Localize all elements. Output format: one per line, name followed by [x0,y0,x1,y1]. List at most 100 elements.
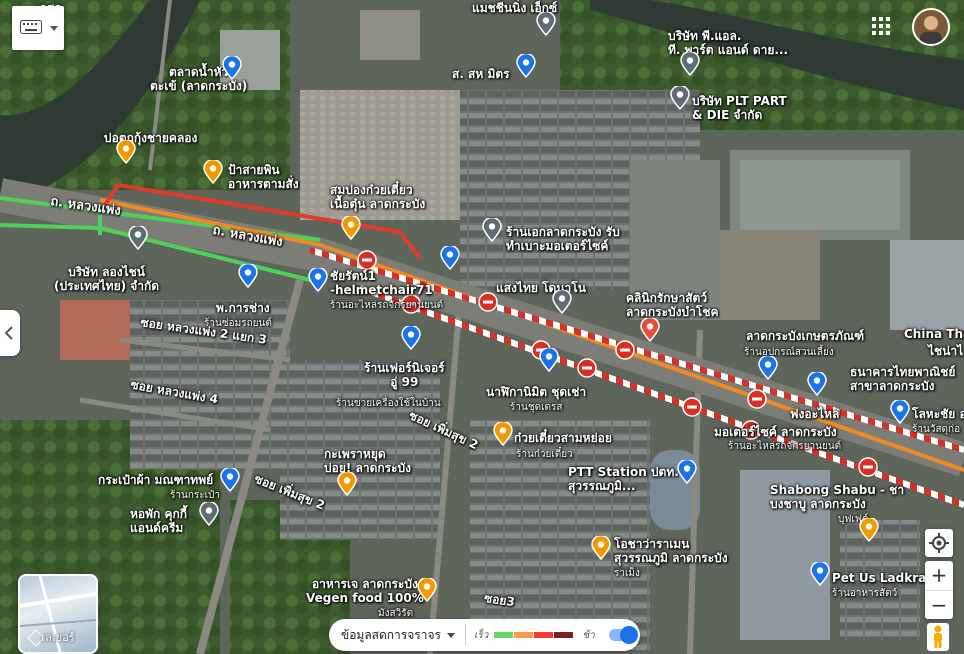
road-closed-icon[interactable] [577,358,597,378]
map-label: PTT Station ปตท. สุวรรณภูมิ... [568,465,679,493]
map-label-sub: ร้านขายเครื่องใช้ในบ้าน [336,398,441,409]
map-label-sub: ร้านวัสดุก่อ [912,424,961,435]
map-label: โลหะชัย อ [912,407,964,421]
chevron-down-icon[interactable] [50,26,58,31]
map-label: อาหารเจ ลาดกระบัง Vegen food 100% [306,577,424,605]
map-label: บริษัท PLT PART & DIE จำกัด [692,94,787,122]
map-label-sub: ร้านชุดเดรส [510,402,563,413]
traffic-dropdown-label[interactable]: ข้อมูลสดการจราจร [341,626,441,645]
apps-grid-icon[interactable] [872,17,890,35]
traffic-fast-label: เร็ว [473,629,489,641]
map-label: หอพัก คุกกี้ แอนด์ครีม [130,507,188,535]
map-pin-icon[interactable] [197,500,221,527]
traffic-color-swatch [554,632,574,638]
map-pin-icon[interactable] [805,370,829,397]
map-pin-icon[interactable] [514,52,538,79]
map-pin-icon[interactable] [888,398,912,425]
traffic-color-scale [494,632,574,638]
map-pin-icon[interactable] [756,354,780,381]
zoom-out-button[interactable]: − [925,591,953,620]
map-label: บริษัท ลองไชน์ (ประเทศไทย) จำกัด [54,265,160,293]
map-label: ส. สห มิตร [452,67,510,81]
map-label-sub: ร้านอะไหล่รถจักรยานยนต์ [330,300,444,311]
map-pin-icon[interactable] [306,266,330,293]
traffic-color-swatch [494,632,514,638]
map-label: ร้านเอกลาดกระบัง รับ ทำเบาะมอเตอร์ไซค์ [506,225,620,253]
map-label: สมปองก๋วยเตี๋ยว เนื้อตุ๋น ลาดกระบัง [330,183,426,211]
map-pin-icon[interactable] [399,324,423,351]
zoom-control: + − [925,561,953,619]
map-label: Shabong Shabu - ชา บงชาบู ลาดกระบัง [770,483,905,511]
map-label: มอเตอร์ไซค์ ลาดกระบัง [714,425,837,439]
layers-label: เลเยอร์ [41,631,75,644]
road-closed-icon[interactable] [682,397,702,417]
map-label-sub: ร้านอาหารสัตว์ [832,588,898,599]
map-pin-icon[interactable] [534,10,558,37]
map-pin-icon[interactable] [438,244,462,271]
road-closed-icon[interactable] [357,250,377,270]
map-label: นาฬิกานิมิต ชุดเช่า [486,385,587,399]
map-label: ร้านเฟอร์นิเจอร์ อู่ 99 [364,361,445,389]
map-pin-icon[interactable] [638,316,662,343]
map-pin-icon[interactable] [675,458,699,485]
map-pin-icon[interactable] [415,576,439,603]
map-label-sub: ร้านก๋วยเตี๋ยว [516,449,573,460]
map-label: ชัยรัตน์1 -helmetchair71 [330,269,433,297]
map-pin-icon[interactable] [668,84,692,111]
traffic-color-swatch [534,632,554,638]
chevron-left-icon [5,326,13,340]
map-pin-icon[interactable] [550,288,574,315]
divider [464,624,466,646]
map-label: กระเป๋าผ้า มณฑาทพย์ [98,473,214,487]
map-label: China Tha [904,327,964,341]
map-pin-icon[interactable] [678,50,702,77]
my-location-button[interactable] [925,529,953,557]
input-tools-button[interactable] [12,6,64,50]
map-label-sub: ราเม็ง [614,568,640,579]
map-label: ก๋วยเตี๋ยวสามหย่อย [514,431,612,445]
map-pin-icon[interactable] [480,216,504,243]
map-label: คลินิกรักษาสัตว์ ลาดกระบังบำโชค [626,291,719,319]
toggle-knob [619,626,638,644]
map-pin-icon[interactable] [201,158,225,185]
traffic-slow-label: ช้า [582,629,595,641]
map-pin-icon[interactable] [220,54,244,81]
map-label: ป้าสายพิน อาหารตามสั่ง [228,163,299,191]
map-pin-icon[interactable] [218,466,242,493]
map-label-sub: ร้านอะไหล่รถจักรยานยนต์ [728,441,842,452]
map-pin-icon[interactable] [114,138,138,165]
keyboard-icon [20,20,42,34]
map-label: Pet Us Ladkrab [832,571,935,585]
map-label: โอชาว่าราเมน สุวรรณภูมิ ลาดกระบัง [614,537,728,565]
road-closed-icon[interactable] [747,389,767,409]
map-pin-icon[interactable] [808,560,832,587]
map-pin-icon[interactable] [339,214,363,241]
collapse-side-panel-button[interactable] [0,310,20,356]
map-pin-icon[interactable] [537,346,561,373]
map-pin-icon[interactable] [335,470,359,497]
map-pin-icon[interactable] [491,420,515,447]
road-closed-icon[interactable] [615,340,635,360]
map-label: ลาดกระบังเกษตรภัณฑ์ [746,329,865,343]
crosshair-icon [929,533,949,553]
map-label: ธนาคารไทยพาณิชย์ สาขาลาดกระบัง [850,365,956,393]
traffic-toggle[interactable] [608,626,638,644]
layers-button[interactable]: เลเยอร์ [18,574,98,654]
pegman-icon[interactable] [927,623,949,651]
map-label: ฟงอะไหล่ [790,407,840,421]
map-pin-icon[interactable] [126,224,150,251]
map-label: ไชน่าไ [928,344,964,358]
map-label-sub: ร้านกระเป๋า [170,490,220,501]
map-label: พ.การช่าง [216,301,270,315]
map-pin-icon[interactable] [857,516,881,543]
map-pin-icon[interactable] [236,262,260,289]
road-closed-icon[interactable] [858,457,878,477]
traffic-color-swatch [514,632,534,638]
zoom-in-button[interactable]: + [925,561,953,591]
chevron-down-icon[interactable] [446,632,455,638]
account-avatar[interactable] [912,8,950,46]
traffic-legend: ข้อมูลสดการจราจร เร็ว ช้า [329,619,640,651]
road-closed-icon[interactable] [478,292,498,312]
map-pin-icon[interactable] [589,534,613,561]
map-label-sub: มังสวิรัต [378,608,414,619]
